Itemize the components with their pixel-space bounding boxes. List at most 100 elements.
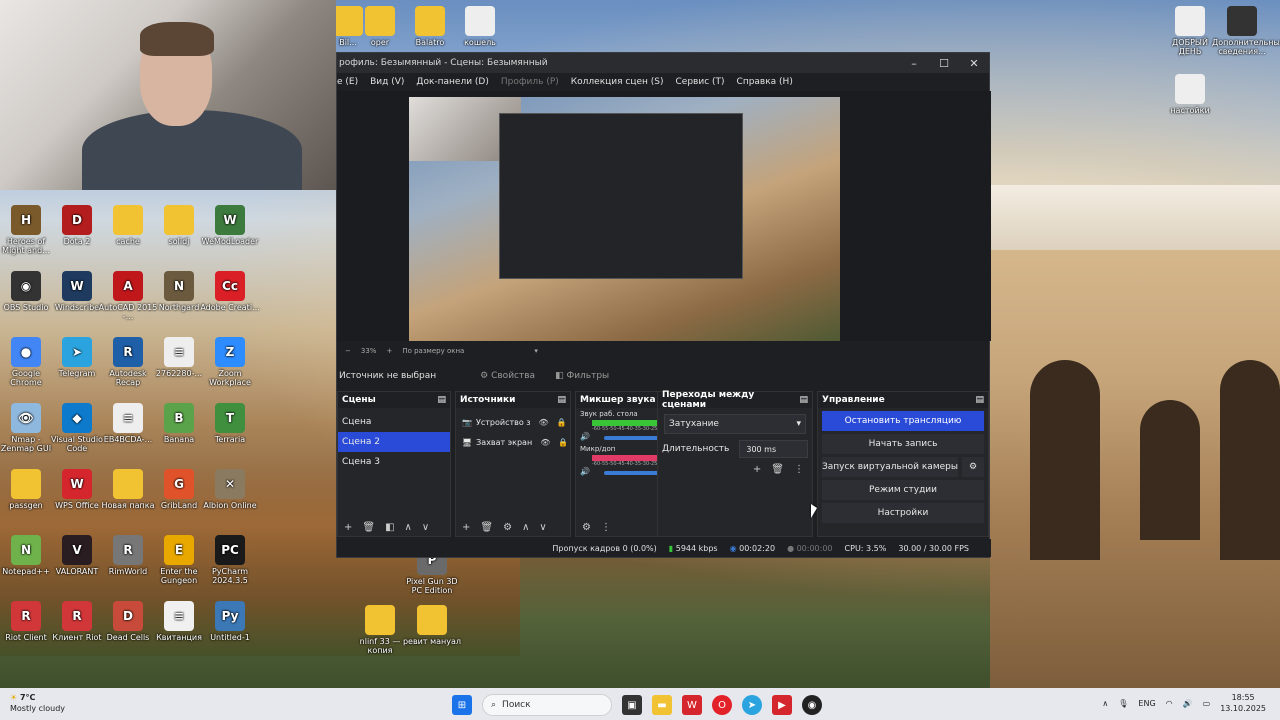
media-icon[interactable]: ▶ [772, 695, 792, 715]
app-icon: T [215, 403, 245, 433]
preview-canvas[interactable] [409, 97, 840, 341]
arrow-up-icon[interactable]: ∧ [522, 522, 529, 533]
desktop-icon[interactable]: кошель [450, 6, 510, 47]
more-icon[interactable]: ⋮ [794, 464, 804, 475]
wps-icon[interactable]: W [682, 695, 702, 715]
taskbar: ☀ 7°C Mostly cloudy ⊞ ⌕ Поиск ▣ ▬ W O ➤ ▶… [0, 688, 1280, 720]
opera-icon[interactable]: O [712, 695, 732, 715]
arrow-up-icon[interactable]: ∧ [405, 522, 412, 533]
app-icon [11, 469, 41, 499]
language-indicator[interactable]: ENG [1138, 699, 1155, 708]
battery-icon[interactable]: ▭ [1203, 699, 1211, 708]
start-record-button[interactable]: Начать запись [822, 434, 984, 454]
source-item[interactable]: 📷 Устройство з 👁 🔒 [456, 412, 570, 432]
menu-help[interactable]: Справка (H) [737, 77, 793, 87]
lock-icon[interactable]: 🔒 [558, 438, 568, 447]
desktop-icon[interactable]: Z Zoom Workplace [200, 337, 260, 387]
menu-tools[interactable]: Сервис (T) [676, 77, 725, 87]
stop-stream-button[interactable]: Остановить трансляцию [822, 411, 984, 431]
desktop-icon[interactable]: настойки [1160, 74, 1220, 115]
properties-button[interactable]: ⚙ Свойства [480, 371, 535, 381]
scene-item[interactable]: Сцена 2 [338, 432, 450, 452]
track-name: Микр/доп [580, 445, 616, 453]
gear-icon[interactable]: ⚙ [503, 522, 512, 533]
zoom-out-icon[interactable]: − [345, 347, 351, 355]
studio-mode-button[interactable]: Режим студии [822, 480, 984, 500]
mouse-cursor-icon [811, 504, 817, 518]
folder-icon [415, 6, 445, 36]
dock-menu-icon[interactable]: ▤ [799, 395, 808, 405]
dock-menu-icon[interactable]: ▤ [437, 395, 446, 405]
chevron-up-icon[interactable]: ∧ [1102, 699, 1108, 708]
menu-scene-collection[interactable]: Коллекция сцен (S) [571, 77, 664, 87]
dock-menu-icon[interactable]: ▤ [557, 395, 566, 405]
mixer-settings-icon[interactable]: ⚙ [582, 522, 591, 533]
trash-icon[interactable]: 🗑 [362, 522, 375, 533]
eye-icon[interactable]: 👁 [540, 438, 550, 447]
wifi-icon[interactable]: ◠ [1166, 699, 1173, 708]
windows-start-icon[interactable]: ⊞ [452, 695, 472, 715]
weather-widget[interactable]: ☀ 7°C Mostly cloudy [10, 692, 65, 714]
app-icon: ≡ [113, 403, 143, 433]
scene-item[interactable]: Сцена [338, 412, 450, 432]
maximize-button[interactable]: ☐ [929, 57, 959, 70]
obs-titlebar[interactable]: рофиль: Безымянный - Сцены: Безымянный –… [337, 53, 989, 73]
virtual-camera-button[interactable]: Запуск виртуальной камеры [822, 457, 958, 477]
desktop-icon[interactable]: ревит мануал [402, 605, 462, 646]
desktop-icon[interactable]: W WeModLoader [200, 205, 260, 246]
preview-nested-obs [499, 113, 743, 279]
file-explorer-icon[interactable]: ▬ [652, 695, 672, 715]
filters-button[interactable]: ◧ Фильтры [555, 371, 609, 381]
add-icon[interactable]: + [753, 464, 761, 475]
filter-icon[interactable]: ◧ [385, 522, 394, 533]
fit-mode[interactable]: По размеру окна [402, 347, 464, 355]
desktop-icon[interactable]: Дополнительные сведения... [1212, 6, 1280, 56]
desktop-icon[interactable]: T Terraria [200, 403, 260, 444]
scene-item[interactable]: Сцена 3 [338, 452, 450, 472]
desktop-icon[interactable]: nlinf 33 — копия [350, 605, 410, 655]
desktop-icon[interactable]: PC PyCharm 2024.3.5 [200, 535, 260, 585]
obs-taskbar-icon[interactable]: ◉ [802, 695, 822, 715]
desktop-icon[interactable]: ДОБРЫЙ ДЕНЬ [1160, 6, 1220, 56]
preview-area[interactable] [337, 91, 991, 341]
lock-icon[interactable]: 🔒 [557, 418, 567, 427]
add-icon[interactable]: + [344, 522, 352, 533]
arrow-down-icon[interactable]: ∨ [422, 522, 429, 533]
desktop-icon[interactable]: ✕ Albion Online [200, 469, 260, 510]
more-icon[interactable]: ⋮ [601, 522, 611, 533]
menu-profile[interactable]: Профиль (P) [501, 77, 559, 87]
obs-window[interactable]: рофиль: Безымянный - Сцены: Безымянный –… [336, 52, 991, 558]
menu-file[interactable]: е (E) [337, 77, 358, 87]
desktop-icon[interactable]: Cc Adobe Creati... [200, 271, 260, 312]
clock[interactable]: 18:55 13.10.2025 [1220, 692, 1266, 714]
speaker-icon[interactable]: 🔊 [580, 432, 590, 441]
microphone-icon[interactable]: 🎙 [1118, 699, 1128, 708]
app-icon: N [164, 271, 194, 301]
menu-docks[interactable]: Док-панели (D) [416, 77, 488, 87]
close-button[interactable]: ✕ [959, 57, 989, 70]
settings-button[interactable]: Настройки [822, 503, 984, 523]
eye-icon[interactable]: 👁 [539, 418, 549, 427]
transition-value: Затухание [669, 419, 719, 429]
chevron-down-icon[interactable]: ▾ [534, 347, 538, 355]
desktop-icon[interactable]: Py Untitled-1 [200, 601, 260, 642]
trash-icon[interactable]: 🗑 [480, 522, 493, 533]
app-icon: ◆ [62, 403, 92, 433]
dock-menu-icon[interactable]: ▤ [975, 395, 984, 405]
trash-icon[interactable]: 🗑 [771, 464, 784, 475]
transition-select[interactable]: Затухание ▾ [664, 414, 806, 434]
task-view-icon[interactable]: ▣ [622, 695, 642, 715]
volume-icon[interactable]: 🔊 [1183, 699, 1193, 708]
source-item[interactable]: 🖥 Захват экран 👁 🔒 [456, 432, 570, 452]
telegram-icon[interactable]: ➤ [742, 695, 762, 715]
duration-input[interactable]: 300 ms [739, 440, 808, 458]
speaker-icon[interactable]: 🔊 [580, 467, 590, 476]
menu-view[interactable]: Вид (V) [370, 77, 404, 87]
minimize-button[interactable]: – [899, 57, 929, 70]
zoom-in-icon[interactable]: + [386, 347, 392, 355]
virtual-camera-settings-icon[interactable]: ⚙ [962, 457, 984, 477]
add-icon[interactable]: + [462, 522, 470, 533]
document-icon [1175, 74, 1205, 104]
taskbar-search[interactable]: ⌕ Поиск [482, 694, 612, 716]
arrow-down-icon[interactable]: ∨ [539, 522, 546, 533]
